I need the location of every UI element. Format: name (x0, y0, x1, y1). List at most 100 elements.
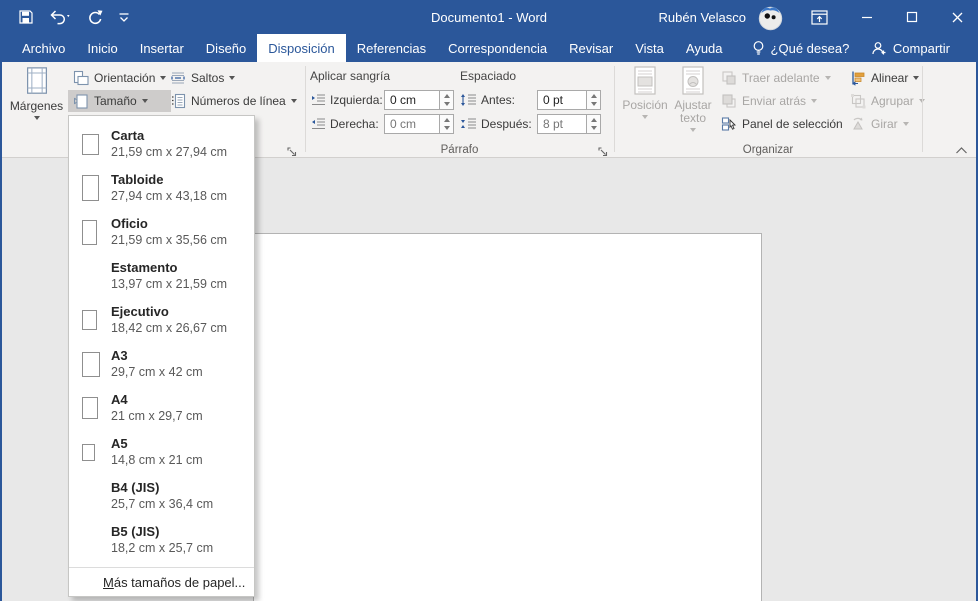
paragraph-group-label: Párrafo (440, 144, 479, 156)
indent-left-input[interactable]: 0 cm (384, 90, 440, 110)
chevron-down-icon (913, 76, 920, 80)
indent-left-icon (310, 93, 326, 107)
bring-forward-button[interactable]: Traer adelante (716, 67, 848, 89)
title-bar: Documento1 - Word Rubén Velasco (2, 0, 976, 34)
line-numbers-button[interactable]: Números de línea (165, 90, 302, 112)
paper-page-icon (82, 351, 100, 377)
indent-left-stepper[interactable] (440, 90, 454, 110)
paper-size-item[interactable]: Carta 21,59 cm x 27,94 cm (69, 122, 254, 166)
indent-right-row: Derecha: 0 cm (310, 114, 454, 134)
indent-right-icon (310, 117, 326, 131)
tab-correspondencia[interactable]: Correspondencia (437, 34, 558, 62)
paper-size-item[interactable]: Ejecutivo 18,42 cm x 26,67 cm (69, 298, 254, 342)
undo-icon[interactable] (49, 9, 71, 25)
spacing-after-input[interactable]: 8 pt (537, 114, 587, 134)
indent-block: Aplicar sangría Izquierda: 0 cm Derecha:… (310, 69, 454, 138)
collapse-ribbon-icon[interactable] (955, 146, 968, 155)
paper-size-item[interactable]: Tabloide 27,94 cm x 43,18 cm (69, 166, 254, 210)
tab-inicio[interactable]: Inicio (76, 34, 128, 62)
document-page[interactable] (253, 233, 762, 601)
paper-size-dims: 21,59 cm x 35,56 cm (111, 233, 228, 247)
paper-size-item[interactable]: A4 21 cm x 29,7 cm (69, 386, 254, 430)
maximize-button[interactable] (906, 11, 918, 23)
account-avatar[interactable] (757, 4, 784, 31)
send-backward-button[interactable]: Enviar atrás (716, 90, 848, 112)
size-button[interactable]: Tamaño (68, 90, 172, 112)
breaks-button[interactable]: Saltos (165, 67, 302, 89)
line-numbers-label: Números de línea (191, 94, 286, 108)
paper-size-item[interactable]: Oficio 21,59 cm x 35,56 cm (69, 210, 254, 254)
chevron-down-icon (642, 115, 648, 119)
paragraph-dialog-launcher[interactable] (596, 145, 609, 158)
bring-forward-label: Traer adelante (742, 71, 820, 85)
close-button[interactable] (951, 11, 964, 24)
tab-archivo[interactable]: Archivo (11, 34, 76, 62)
paper-size-name: A4 (111, 392, 128, 407)
rotate-icon (850, 116, 866, 132)
person-add-icon (871, 41, 887, 55)
page-setup-col2: Saltos Números de línea (165, 67, 302, 112)
rotate-button[interactable]: Girar (845, 113, 930, 135)
indent-header: Aplicar sangría (310, 69, 391, 83)
orientation-button[interactable]: Orientación (68, 67, 171, 89)
redo-icon[interactable] (86, 9, 103, 25)
wrap-text-button[interactable]: Ajustar texto (669, 66, 717, 132)
tab-vista[interactable]: Vista (624, 34, 675, 62)
wrap-text-label: Ajustar texto (674, 98, 712, 125)
selection-pane-icon (721, 116, 737, 132)
customize-qat-icon[interactable] (118, 11, 130, 23)
chevron-down-icon (290, 99, 297, 103)
spacing-before-stepper[interactable] (587, 90, 601, 110)
tab-insertar[interactable]: Insertar (129, 34, 195, 62)
spacing-after-stepper[interactable] (587, 114, 601, 134)
minimize-button[interactable] (861, 11, 873, 23)
paper-size-item[interactable]: A5 14,8 cm x 21 cm (69, 430, 254, 474)
share-label: Compartir (892, 40, 950, 56)
page-setup-dialog-launcher[interactable] (285, 145, 298, 158)
window-title: Documento1 - Word (430, 9, 548, 25)
spacing-after-label: Después: (481, 117, 532, 131)
account-name[interactable]: Rubén Velasco (659, 10, 746, 25)
margins-icon (22, 65, 52, 97)
more-paper-sizes-item[interactable]: Más tamaños de papel... (69, 568, 254, 596)
tab-referencias[interactable]: Referencias (346, 34, 437, 62)
spacing-block: Espaciado Antes: 0 pt Después: 8 pt (460, 69, 601, 138)
breaks-label: Saltos (191, 71, 225, 85)
spacing-after-icon (460, 117, 477, 131)
tab-revisar[interactable]: Revisar (558, 34, 624, 62)
paper-size-item[interactable]: Estamento 13,97 cm x 21,59 cm (69, 254, 254, 298)
arrange-group-label: Organizar (742, 144, 794, 156)
selection-pane-button[interactable]: Panel de selección (716, 113, 848, 135)
indent-right-stepper[interactable] (440, 114, 454, 134)
tab-diseno[interactable]: Diseño (195, 34, 257, 62)
position-icon (632, 66, 658, 96)
spacing-before-row: Antes: 0 pt (460, 90, 601, 110)
paper-size-name: Carta (111, 128, 145, 143)
rotate-label: Girar (871, 117, 898, 131)
paper-size-menu: Carta 21,59 cm x 27,94 cm Tabloide 27,94… (68, 115, 255, 597)
tell-me-box[interactable]: ¿Qué desea? (742, 34, 860, 62)
paper-size-item[interactable]: B4 (JIS) 25,7 cm x 36,4 cm (69, 474, 254, 518)
tab-ayuda[interactable]: Ayuda (675, 34, 734, 62)
chevron-down-icon (902, 122, 909, 126)
paper-size-item[interactable]: B5 (JIS) 18,2 cm x 25,7 cm (69, 518, 254, 562)
group-separator (305, 66, 306, 152)
spacing-before-icon (460, 93, 477, 107)
tab-disposicion[interactable]: Disposición (257, 34, 346, 62)
paper-size-dims: 25,7 cm x 36,4 cm (111, 497, 214, 511)
position-button[interactable]: Posición (622, 66, 668, 119)
spacing-before-input[interactable]: 0 pt (537, 90, 587, 110)
line-numbers-icon (170, 93, 186, 109)
share-button[interactable]: Compartir (871, 34, 950, 62)
ribbon-display-options-icon[interactable] (811, 9, 828, 25)
lightbulb-icon (752, 40, 765, 56)
paper-size-item[interactable]: A3 29,7 cm x 42 cm (69, 342, 254, 386)
size-label: Tamaño (94, 94, 137, 108)
paper-size-name: Ejecutivo (111, 304, 169, 319)
group-button[interactable]: Agrupar (845, 90, 930, 112)
align-button[interactable]: Alinear (845, 67, 930, 89)
indent-right-input[interactable]: 0 cm (384, 114, 440, 134)
align-label: Alinear (871, 71, 909, 85)
margins-button[interactable]: Márgenes (8, 65, 65, 120)
save-icon[interactable] (18, 9, 34, 25)
